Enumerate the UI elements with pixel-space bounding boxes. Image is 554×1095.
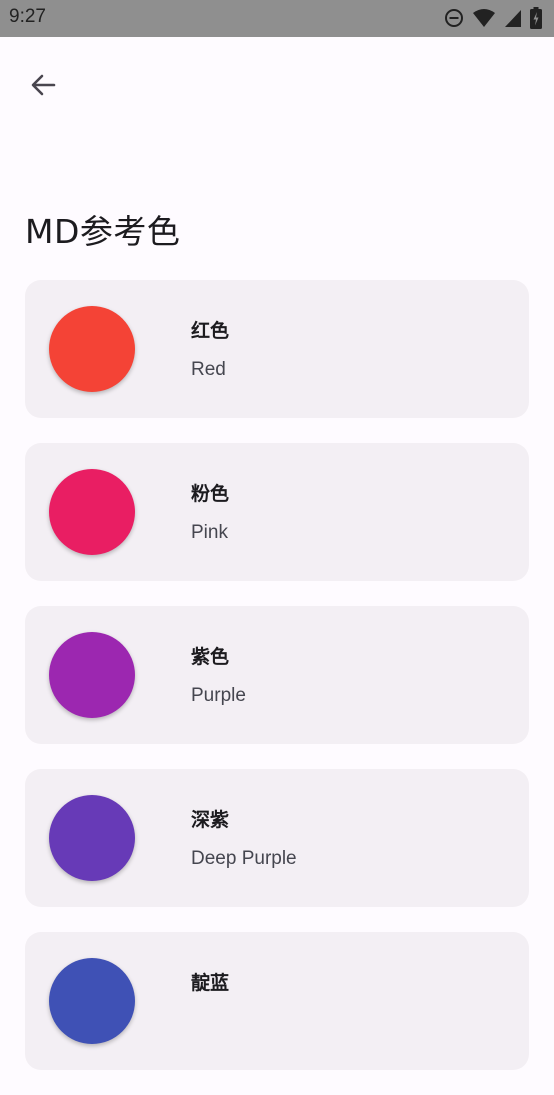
color-swatch — [49, 632, 135, 718]
signal-icon — [504, 8, 522, 28]
color-swatch — [49, 306, 135, 392]
color-name-en: Purple — [191, 685, 246, 706]
color-name-en: Pink — [191, 522, 228, 543]
color-swatch — [49, 958, 135, 1044]
color-swatch — [49, 795, 135, 881]
color-name-zh: 红色 — [191, 320, 230, 342]
wifi-icon — [472, 8, 496, 28]
color-swatch — [49, 469, 135, 555]
color-card-red[interactable]: 红色 Red — [25, 280, 529, 418]
arrow-back-icon — [29, 71, 57, 103]
back-button[interactable] — [22, 66, 64, 108]
do-not-disturb-icon — [444, 8, 464, 28]
page-title: MD参考色 — [25, 212, 181, 251]
battery-charging-icon — [530, 7, 542, 29]
status-bar: 9:27 — [0, 0, 554, 37]
status-time: 9:27 — [9, 6, 46, 27]
color-card-indigo[interactable]: 靛蓝 — [25, 932, 529, 1070]
color-card-pink[interactable]: 粉色 Pink — [25, 443, 529, 581]
color-card-purple[interactable]: 紫色 Purple — [25, 606, 529, 744]
color-name-en: Deep Purple — [191, 848, 297, 869]
color-list: 红色 Red 粉色 Pink 紫色 Purple 深紫 Deep Purple … — [25, 280, 529, 1095]
status-icons — [444, 7, 542, 29]
color-name-zh: 粉色 — [191, 483, 230, 505]
color-name-zh: 深紫 — [191, 809, 230, 831]
color-card-deep-purple[interactable]: 深紫 Deep Purple — [25, 769, 529, 907]
color-name-en: Red — [191, 359, 226, 380]
color-name-zh: 靛蓝 — [191, 972, 230, 994]
color-name-zh: 紫色 — [191, 646, 230, 668]
